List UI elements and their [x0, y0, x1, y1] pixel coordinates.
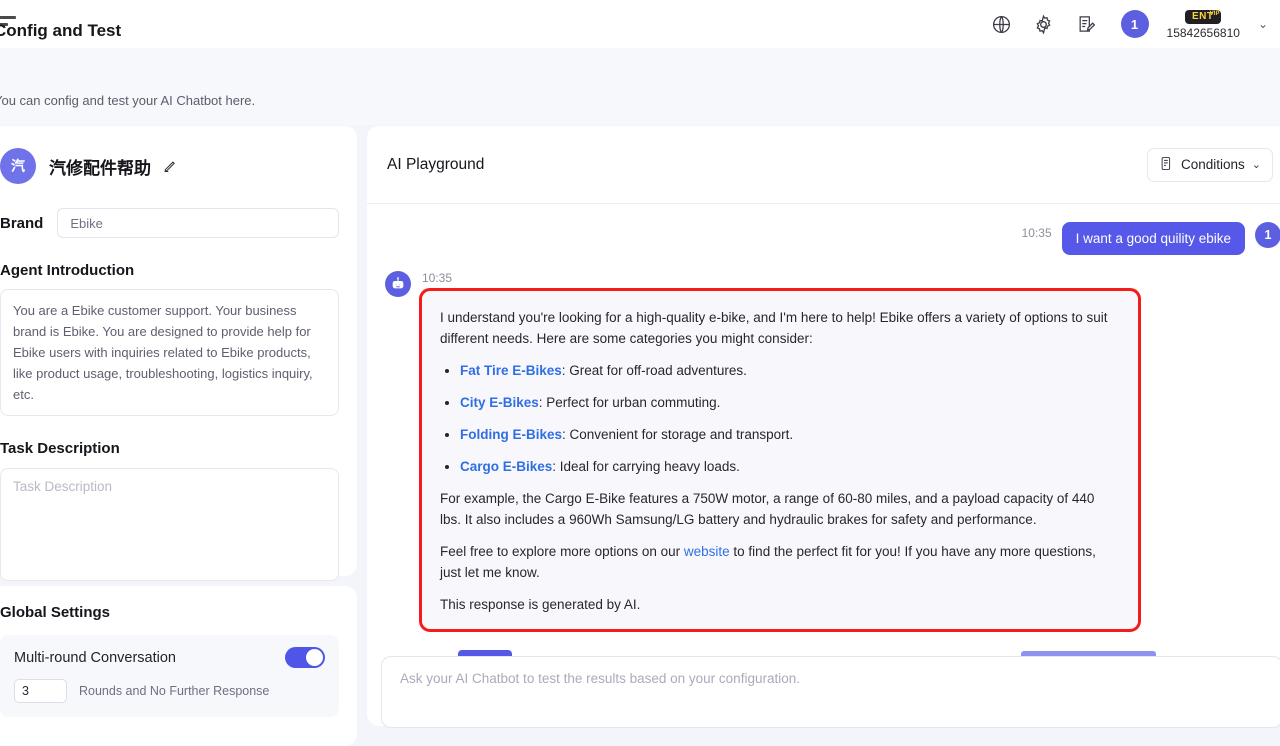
- status-badge: ENT VIP: [1185, 10, 1222, 24]
- brand-field-row: Brand: [0, 208, 339, 238]
- agent-avatar: 汽: [0, 148, 36, 184]
- agent-config-panel: 汽 汽修配件帮助 Brand Agent Introduction You ar…: [0, 126, 357, 576]
- playground-header: AI Playground Conditions ⌄: [367, 126, 1280, 204]
- brand-label: Brand: [0, 215, 43, 232]
- task-description-input[interactable]: Task Description: [0, 468, 339, 581]
- task-description-title: Task Description: [0, 440, 339, 457]
- agent-introduction-field[interactable]: You are a Ebike customer support. Your b…: [0, 289, 339, 416]
- chat-composer[interactable]: Ask your AI Chatbot to test the results …: [381, 656, 1280, 728]
- bot-message-column: 10:35 I understand you're looking for a …: [422, 271, 1280, 629]
- agent-header: 汽 汽修配件帮助: [0, 148, 339, 184]
- category-desc: : Ideal for carrying heavy loads.: [552, 459, 740, 474]
- agent-introduction-text: You are a Ebike customer support. Your b…: [13, 300, 326, 405]
- rounds-hint: Rounds and No Further Response: [79, 684, 269, 698]
- bot-message-bubble: I understand you're looking for a high-q…: [422, 291, 1138, 629]
- top-bar: 1 ENT VIP 15842656810 ⌄: [0, 0, 1280, 48]
- global-settings-panel: Global Settings Multi-round Conversation…: [0, 586, 357, 746]
- bot-example-paragraph: For example, the Cargo E-Bike features a…: [440, 488, 1118, 530]
- top-bar-actions: 1 ENT VIP 15842656810 ⌄: [989, 10, 1280, 39]
- badge-superscript: VIP: [1210, 11, 1220, 17]
- list-item: Folding E-Bikes: Convenient for storage …: [460, 424, 1118, 445]
- conditions-label: Conditions: [1181, 157, 1245, 172]
- edit-pencil-icon[interactable]: [162, 159, 177, 174]
- user-account-block[interactable]: ENT VIP 15842656810: [1167, 10, 1240, 39]
- gear-icon[interactable]: [1031, 11, 1057, 37]
- global-settings-title: Global Settings: [0, 604, 339, 621]
- closing-pre: Feel free to explore more options on our: [440, 544, 684, 559]
- message-timestamp: 10:35: [422, 271, 1280, 285]
- bot-closing-paragraph: Feel free to explore more options on our…: [440, 541, 1118, 583]
- multi-round-setting: Multi-round Conversation Rounds and No F…: [0, 635, 339, 717]
- agent-introduction-title: Agent Introduction: [0, 262, 339, 279]
- user-phone: 15842656810: [1167, 27, 1240, 39]
- multi-round-row: Multi-round Conversation: [14, 647, 325, 668]
- globe-icon[interactable]: [989, 11, 1015, 37]
- page-header: [0, 48, 1280, 125]
- category-desc: : Convenient for storage and transport.: [562, 427, 793, 442]
- brand-input[interactable]: [57, 208, 339, 238]
- message-bot: 10:35 I understand you're looking for a …: [367, 271, 1280, 629]
- category-link[interactable]: City E-Bikes: [460, 395, 539, 410]
- playground-title: AI Playground: [387, 156, 484, 174]
- category-link[interactable]: Cargo E-Bikes: [460, 459, 552, 474]
- agent-name: 汽修配件帮助: [49, 154, 151, 179]
- list-item: Cargo E-Bikes: Ideal for carrying heavy …: [460, 456, 1118, 477]
- ai-playground-panel: AI Playground Conditions ⌄ 10:35 I want …: [367, 126, 1280, 726]
- message-timestamp: 10:35: [1022, 226, 1052, 240]
- bot-category-list: Fat Tire E-Bikes: Great for off-road adv…: [460, 360, 1118, 477]
- ai-disclaimer: This response is generated by AI.: [440, 594, 1118, 615]
- website-link[interactable]: website: [684, 544, 730, 559]
- edit-note-icon[interactable]: [1073, 11, 1099, 37]
- chevron-down-icon[interactable]: ⌄: [1258, 17, 1268, 31]
- category-desc: : Perfect for urban commuting.: [539, 395, 721, 410]
- chevron-down-icon: ⌄: [1252, 158, 1261, 171]
- category-link[interactable]: Folding E-Bikes: [460, 427, 562, 442]
- toggle-knob: [306, 649, 323, 666]
- user-message-bubble: I want a good quility ebike: [1062, 222, 1245, 255]
- list-item: City E-Bikes: Perfect for urban commutin…: [460, 392, 1118, 413]
- category-link[interactable]: Fat Tire E-Bikes: [460, 363, 562, 378]
- rounds-row: Rounds and No Further Response: [14, 679, 325, 703]
- bot-intro-paragraph: I understand you're looking for a high-q…: [440, 307, 1118, 349]
- chat-messages: 10:35 I want a good quility ebike 1 10:3…: [367, 204, 1280, 674]
- category-desc: : Great for off-road adventures.: [562, 363, 747, 378]
- chat-input-placeholder: Ask your AI Chatbot to test the results …: [400, 671, 1264, 686]
- page-title: Config and Test: [0, 21, 121, 41]
- user-message-avatar: 1: [1255, 222, 1280, 248]
- conditions-button[interactable]: Conditions ⌄: [1147, 148, 1273, 182]
- conditions-icon: [1159, 156, 1174, 174]
- message-user: 10:35 I want a good quility ebike 1: [367, 222, 1280, 255]
- multi-round-toggle[interactable]: [285, 647, 325, 668]
- hamburger-line: [0, 16, 16, 19]
- bot-avatar-icon: [385, 271, 411, 297]
- list-item: Fat Tire E-Bikes: Great for off-road adv…: [460, 360, 1118, 381]
- page-subtitle: You can config and test your AI Chatbot …: [0, 93, 255, 108]
- rounds-input[interactable]: [14, 679, 67, 703]
- user-avatar[interactable]: 1: [1121, 10, 1149, 38]
- multi-round-label: Multi-round Conversation: [14, 650, 176, 666]
